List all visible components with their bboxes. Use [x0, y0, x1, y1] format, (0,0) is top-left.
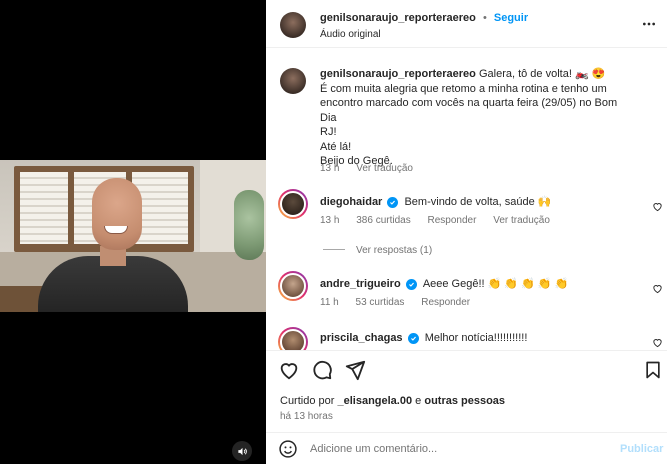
- bookmark-icon: [646, 361, 660, 379]
- commenter-avatar[interactable]: [278, 327, 308, 350]
- speaker-icon: [237, 447, 247, 455]
- verified-badge-icon: [407, 333, 419, 344]
- author-username[interactable]: genilsonaraujo_reporteraereo: [320, 12, 476, 24]
- caption-translate-link[interactable]: Ver tradução: [356, 163, 413, 174]
- add-comment-bar: Publicar: [266, 432, 667, 464]
- comment-reply-button[interactable]: Responder: [428, 215, 477, 226]
- view-replies-button[interactable]: Ver respostas (1): [356, 245, 432, 256]
- separator-dot: •: [482, 12, 487, 24]
- replies-divider: [323, 249, 345, 250]
- liked-by: Curtido por _elisangela.00 e outras pess…: [280, 395, 505, 407]
- photo-plant: [234, 190, 264, 260]
- caption-line: encontro marcado com vocês na quarta fei…: [320, 97, 618, 124]
- verified-badge-icon: [387, 197, 399, 208]
- post-details-panel: genilsonaraujo_reporteraereo • Seguir Áu…: [266, 0, 667, 464]
- author-avatar[interactable]: [280, 12, 306, 38]
- header-line: genilsonaraujo_reporteraereo • Seguir: [320, 12, 528, 24]
- comments-scroll[interactable]: genilsonaraujo_reporteraereo Galera, tô …: [266, 49, 667, 350]
- comment-like-button[interactable]: [652, 337, 663, 350]
- heart-icon: [653, 339, 662, 348]
- liked-by-suffix: e: [415, 395, 422, 407]
- caption-line: RJ!: [320, 126, 337, 138]
- liked-by-prefix: Curtido por: [280, 395, 335, 407]
- more-options-button[interactable]: [641, 16, 657, 35]
- comment-likes[interactable]: 386 curtidas: [356, 215, 410, 226]
- follow-button[interactable]: Seguir: [494, 12, 528, 24]
- comment-text: Bem-vindo de volta, saúde 🙌: [404, 196, 552, 208]
- comment-time[interactable]: 11 h: [320, 297, 339, 308]
- comment-meta: 13 h 386 curtidas Responder Ver tradução: [320, 215, 564, 226]
- commenter-avatar[interactable]: [278, 189, 308, 219]
- save-button[interactable]: [643, 359, 663, 384]
- comment-button[interactable]: [311, 359, 333, 384]
- caption-first-line: genilsonaraujo_reporteraereo Galera, tô …: [320, 67, 620, 82]
- comment-text-line: andre_trigueiro Aeee Gegê!! 👏 👏 👏 👏 👏: [320, 277, 568, 290]
- heart-icon: [653, 203, 662, 212]
- comment-username[interactable]: priscila_chagas: [320, 332, 403, 344]
- comment-text: Aeee Gegê!! 👏 👏 👏 👏 👏: [422, 278, 569, 290]
- more-horizontal-icon: [643, 22, 655, 26]
- comment-reply-button[interactable]: Responder: [421, 297, 470, 308]
- caption-meta: 13 h Ver tradução: [320, 163, 427, 174]
- comment-likes[interactable]: 53 curtidas: [356, 297, 405, 308]
- caption-line: Até lá!: [320, 140, 352, 153]
- send-icon: [345, 360, 366, 381]
- photo-blind: [20, 172, 68, 244]
- comment-input[interactable]: [310, 440, 610, 458]
- comment-username[interactable]: diegohaidar: [320, 196, 382, 208]
- heart-icon: [280, 363, 298, 380]
- emoji-button[interactable]: [278, 439, 298, 462]
- comment-text-line: diegohaidar Bem-vindo de volta, saúde 🙌: [320, 195, 551, 208]
- post-photo[interactable]: [0, 160, 266, 312]
- media-pane: [0, 0, 266, 464]
- comment-like-button[interactable]: [652, 201, 663, 215]
- heart-icon: [653, 285, 662, 294]
- post-header: genilsonaraujo_reporteraereo • Seguir Áu…: [266, 0, 667, 48]
- comment-username[interactable]: andre_trigueiro: [320, 278, 401, 290]
- audio-toggle-button[interactable]: [232, 441, 252, 461]
- liked-by-others[interactable]: outras pessoas: [424, 395, 505, 407]
- share-button[interactable]: [344, 359, 366, 384]
- post-time[interactable]: há 13 horas: [280, 411, 333, 422]
- caption-time[interactable]: 13 h: [320, 163, 339, 174]
- comment-text: Melhor notícia!!!!!!!!!!!: [424, 332, 528, 344]
- photo-person-head: [92, 178, 142, 250]
- caption: genilsonaraujo_reporteraereo Galera, tô …: [320, 67, 620, 169]
- commenter-avatar[interactable]: [278, 271, 308, 301]
- verified-badge-icon: [405, 279, 417, 290]
- caption-username[interactable]: genilsonaraujo_reporteraereo: [320, 68, 476, 80]
- like-button[interactable]: [278, 359, 300, 384]
- publish-button[interactable]: Publicar: [620, 443, 663, 455]
- caption-author-avatar[interactable]: [280, 68, 306, 94]
- caption-text-first: Galera, tô de volta! 🏍️ 😍: [478, 68, 606, 80]
- comment-like-button[interactable]: [652, 283, 663, 297]
- comment-bubble-icon: [313, 360, 332, 380]
- comment-time[interactable]: 13 h: [320, 215, 339, 226]
- comment-translate-link[interactable]: Ver tradução: [493, 215, 550, 226]
- caption-line: É com muita alegria que retomo a minha r…: [320, 82, 607, 95]
- audio-label[interactable]: Áudio original: [320, 29, 381, 40]
- comment-meta: 11 h 53 curtidas Responder: [320, 297, 484, 308]
- liked-by-user[interactable]: _elisangela.00: [337, 395, 412, 407]
- comment-text-line: priscila_chagas Melhor notícia!!!!!!!!!!…: [320, 332, 527, 344]
- emoji-icon: [279, 440, 297, 458]
